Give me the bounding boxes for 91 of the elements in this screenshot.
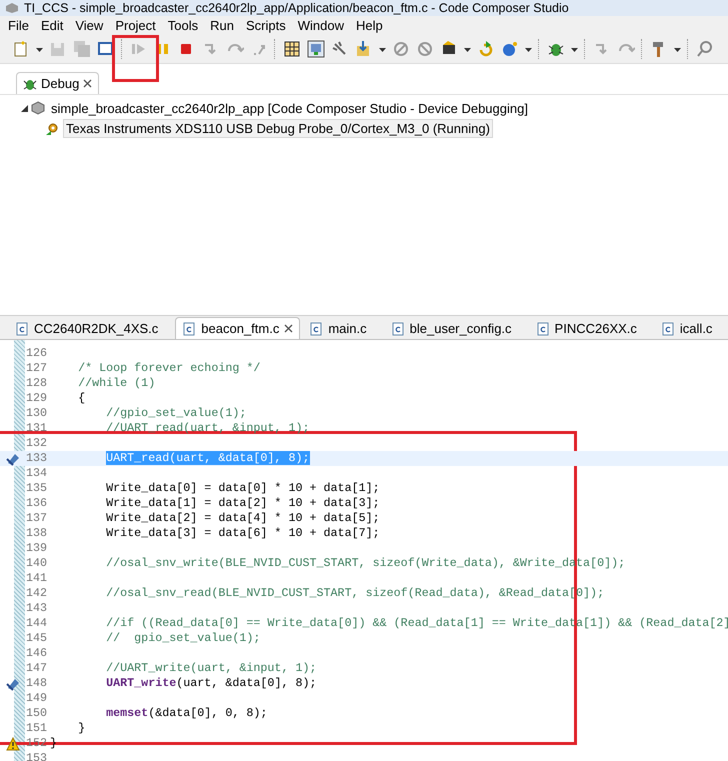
code-line: } (50, 736, 58, 751)
editor-tab[interactable]: main.c (302, 317, 382, 339)
line-number: 135 (26, 481, 48, 496)
monitor-icon[interactable] (307, 40, 325, 58)
line-number: 133 (26, 451, 48, 466)
tree-item[interactable]: simple_broadcaster_cc2640r2lp_app [Code Composer Studio - Device Debugging] (48, 98, 531, 118)
line-number: 136 (26, 496, 48, 511)
file-icon (182, 322, 196, 336)
expand-arrow-icon[interactable] (20, 104, 28, 112)
breakpoint-icon (6, 452, 20, 466)
menu-item[interactable]: Window (292, 18, 350, 32)
close-icon[interactable] (83, 79, 92, 88)
breakpoint-off-icon[interactable] (392, 40, 410, 58)
monitor-icon[interactable] (97, 40, 115, 58)
line-number: 146 (26, 646, 48, 661)
sphere-icon[interactable] (501, 40, 519, 58)
file-icon (536, 322, 550, 336)
line-number: 140 (26, 556, 48, 571)
code-line: memset(&data[0], 0, 8); (105, 706, 268, 721)
close-icon[interactable] (284, 324, 294, 333)
line-number: 130 (26, 406, 48, 421)
code-line: { (77, 391, 86, 406)
line-number: 132 (26, 436, 48, 451)
line-number: 128 (26, 376, 48, 391)
menu-item[interactable]: Help (350, 18, 389, 32)
line-number: 129 (26, 391, 48, 406)
menu-item[interactable]: Project (109, 18, 162, 32)
editor-tab[interactable]: PINCC26XX.c (528, 317, 652, 339)
line-number: 126 (26, 346, 48, 361)
line-number: 144 (26, 616, 48, 631)
view-tab-label: Debug (41, 76, 80, 91)
restart-icon[interactable] (477, 40, 495, 58)
code-line: /* Loop forever echoing */ (77, 361, 260, 376)
code-line: //gpio_set_value(1); (105, 406, 246, 421)
line-number: 143 (26, 601, 48, 616)
line-number: 134 (26, 466, 48, 481)
grid-icon[interactable] (283, 40, 301, 58)
menu-item[interactable]: Tools (162, 18, 204, 32)
code-line: } (77, 721, 86, 736)
code-line: Write_data[2] = data[4] * 10 + data[5]; (105, 511, 380, 526)
tree-item[interactable]: Texas Instruments XDS110 USB Debug Probe_0/Cortex_M3_0 (Running) (63, 118, 493, 138)
file-icon (660, 322, 675, 336)
line-number: 149 (26, 691, 48, 706)
window-title: TI_CCS - simple_broadcaster_cc2640r2lp_app/Application/beacon_ftm.c - Code Composer Studio (24, 0, 569, 16)
editor-tab[interactable]: beacon_ftm.c (175, 317, 300, 339)
line-number: 138 (26, 526, 48, 541)
line-number: 147 (26, 661, 48, 676)
line-number: 142 (26, 586, 48, 601)
cube-icon (31, 101, 45, 115)
breakpoint-icon (6, 676, 20, 690)
editor-tab-label: beacon_ftm.c (201, 321, 280, 336)
line-number: 153 (26, 751, 48, 761)
code-line: Write_data[1] = data[2] * 10 + data[3]; (105, 496, 380, 511)
menu-item[interactable]: Scripts (240, 18, 292, 32)
line-number: 148 (26, 676, 48, 691)
editor-tab-label: ble_user_config.c (410, 321, 512, 336)
file-icon (309, 322, 324, 336)
editor-tab-label: icall.c (680, 321, 712, 336)
breakpoint-off-icon[interactable] (416, 40, 434, 58)
editor-tab-label: main.c (328, 321, 367, 336)
line-number: 152 (26, 736, 48, 751)
code-line: //while (1) (77, 376, 156, 391)
line-number: 137 (26, 511, 48, 526)
code-line: //UART_write(uart, &input, 1); (105, 661, 317, 676)
code-line: UART_write(uart, &data[0], 8); (105, 676, 317, 691)
cube-icon (6, 3, 18, 13)
gear-icon (46, 121, 60, 135)
line-number: 139 (26, 541, 48, 556)
search-icon[interactable] (696, 40, 714, 58)
line-number: 141 (26, 571, 48, 586)
line-number: 127 (26, 361, 48, 376)
line-number: 150 (26, 706, 48, 721)
menu-item[interactable]: Run (204, 18, 240, 32)
code-line: // gpio_set_value(1); (105, 631, 260, 646)
code-line: Write_data[3] = data[6] * 10 + data[7]; (105, 526, 380, 541)
editor-tab[interactable]: ble_user_config.c (384, 317, 527, 339)
editor-tab-label: PINCC26XX.c (554, 321, 637, 336)
editor-tab[interactable]: icall.c (654, 317, 728, 339)
editor-tab[interactable]: CC2640R2DK_4XS.c (8, 317, 174, 339)
menu-item[interactable]: Edit (34, 18, 70, 32)
line-number: 151 (26, 721, 48, 736)
view-tab[interactable]: Debug (16, 72, 100, 94)
menu-item[interactable]: View (69, 18, 110, 32)
file-icon (390, 322, 405, 336)
annotation-box (112, 35, 159, 82)
code-line: Write_data[0] = data[0] * 10 + data[1]; (105, 481, 380, 496)
line-number: 145 (26, 631, 48, 646)
warning-icon (6, 736, 20, 750)
file-icon (15, 322, 29, 336)
menu-item[interactable]: File (2, 18, 35, 32)
editor-tab-label: CC2640R2DK_4XS.c (34, 321, 158, 336)
